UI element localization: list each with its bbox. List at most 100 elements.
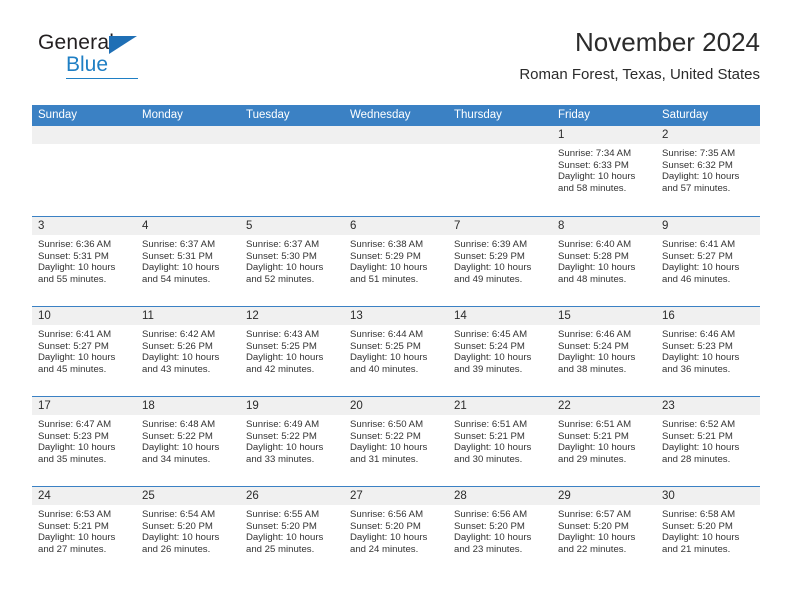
day-detail-line: Sunset: 5:26 PM bbox=[142, 340, 213, 352]
day-details: Sunrise: 6:53 AM Sunset: 5:21 PM Daylight:… bbox=[32, 505, 136, 555]
day-detail-line: Sunrise: 6:38 AM bbox=[350, 239, 424, 250]
calendar-day-7[interactable]: 7 Sunrise: 6:39 AM Sunset: 5:29 PM Daylight… bbox=[448, 217, 552, 306]
calendar-day-17[interactable]: 17 Sunrise: 6:47 AM Sunset: 5:23 PM Dayligh… bbox=[32, 397, 136, 486]
calendar-week-row: 3 Sunrise: 6:36 AM Sunset: 5:31 PM Daylight… bbox=[32, 216, 760, 306]
day-detail-line: Sunset: 5:29 PM bbox=[350, 250, 421, 262]
calendar-day-22[interactable]: 22 Sunrise: 6:51 AM Sunset: 5:21 PM Dayligh… bbox=[552, 397, 656, 486]
day-detail-line: Sunset: 5:22 PM bbox=[246, 430, 317, 442]
day-detail-line: Daylight: 10 hours bbox=[558, 442, 636, 454]
day-detail-line: Daylight: 10 hours bbox=[350, 352, 428, 364]
calendar-day-15[interactable]: 15 Sunrise: 6:46 AM Sunset: 5:24 PM Dayligh… bbox=[552, 307, 656, 396]
day-detail-line: and 35 minutes. bbox=[38, 453, 107, 465]
day-number: 14 bbox=[448, 307, 552, 325]
day-detail-line: Sunset: 6:33 PM bbox=[558, 159, 629, 171]
day-details bbox=[32, 144, 136, 148]
day-detail-line: Daylight: 10 hours bbox=[558, 352, 636, 364]
day-detail-line: and 28 minutes. bbox=[662, 453, 731, 465]
day-detail-line: Daylight: 10 hours bbox=[662, 442, 740, 454]
day-detail-line: Daylight: 10 hours bbox=[246, 352, 324, 364]
day-detail-line: Sunset: 5:20 PM bbox=[142, 520, 213, 532]
calendar-day-13[interactable]: 13 Sunrise: 6:44 AM Sunset: 5:25 PM Dayligh… bbox=[344, 307, 448, 396]
day-detail-line: Daylight: 10 hours bbox=[558, 171, 636, 183]
calendar-day-empty bbox=[448, 126, 552, 216]
day-details: Sunrise: 6:41 AM Sunset: 5:27 PM Daylight:… bbox=[656, 235, 760, 285]
calendar-day-29[interactable]: 29 Sunrise: 6:57 AM Sunset: 5:20 PM Dayligh… bbox=[552, 487, 656, 576]
day-detail-line: Sunrise: 6:39 AM bbox=[454, 239, 528, 250]
day-details: Sunrise: 7:34 AM Sunset: 6:33 PM Daylight:… bbox=[552, 144, 656, 194]
day-detail-line: and 48 minutes. bbox=[558, 273, 627, 285]
day-number: 5 bbox=[240, 217, 344, 235]
day-detail-line: Sunrise: 7:35 AM bbox=[662, 148, 736, 159]
day-detail-line: Daylight: 10 hours bbox=[454, 532, 532, 544]
day-number: 19 bbox=[240, 397, 344, 415]
calendar-day-empty bbox=[344, 126, 448, 216]
calendar-day-24[interactable]: 24 Sunrise: 6:53 AM Sunset: 5:21 PM Dayligh… bbox=[32, 487, 136, 576]
day-detail-line: and 24 minutes. bbox=[350, 543, 419, 555]
day-details bbox=[240, 144, 344, 148]
day-detail-line: and 31 minutes. bbox=[350, 453, 419, 465]
calendar-day-12[interactable]: 12 Sunrise: 6:43 AM Sunset: 5:25 PM Dayligh… bbox=[240, 307, 344, 396]
calendar-day-16[interactable]: 16 Sunrise: 6:46 AM Sunset: 5:23 PM Dayligh… bbox=[656, 307, 760, 396]
calendar-day-14[interactable]: 14 Sunrise: 6:45 AM Sunset: 5:24 PM Dayligh… bbox=[448, 307, 552, 396]
calendar-day-30[interactable]: 30 Sunrise: 6:58 AM Sunset: 5:20 PM Dayligh… bbox=[656, 487, 760, 576]
day-number: 27 bbox=[344, 487, 448, 505]
day-number: 28 bbox=[448, 487, 552, 505]
day-detail-line: Sunset: 5:21 PM bbox=[454, 430, 525, 442]
day-details: Sunrise: 6:57 AM Sunset: 5:20 PM Daylight:… bbox=[552, 505, 656, 555]
calendar-day-9[interactable]: 9 Sunrise: 6:41 AM Sunset: 5:27 PM Daylight… bbox=[656, 217, 760, 306]
calendar-day-19[interactable]: 19 Sunrise: 6:49 AM Sunset: 5:22 PM Dayligh… bbox=[240, 397, 344, 486]
day-detail-line: Sunrise: 6:41 AM bbox=[662, 239, 736, 250]
calendar-week-row: 24 Sunrise: 6:53 AM Sunset: 5:21 PM Dayligh… bbox=[32, 486, 760, 576]
day-detail-line: Sunset: 5:30 PM bbox=[246, 250, 317, 262]
calendar-day-26[interactable]: 26 Sunrise: 6:55 AM Sunset: 5:20 PM Dayligh… bbox=[240, 487, 344, 576]
calendar-week-row: 1 Sunrise: 7:34 AM Sunset: 6:33 PM Daylight… bbox=[32, 126, 760, 216]
calendar-day-3[interactable]: 3 Sunrise: 6:36 AM Sunset: 5:31 PM Daylight… bbox=[32, 217, 136, 306]
day-details: Sunrise: 6:38 AM Sunset: 5:29 PM Daylight:… bbox=[344, 235, 448, 285]
day-details: Sunrise: 6:49 AM Sunset: 5:22 PM Daylight:… bbox=[240, 415, 344, 465]
calendar-day-18[interactable]: 18 Sunrise: 6:48 AM Sunset: 5:22 PM Dayligh… bbox=[136, 397, 240, 486]
day-number: 8 bbox=[552, 217, 656, 235]
calendar-day-23[interactable]: 23 Sunrise: 6:52 AM Sunset: 5:21 PM Dayligh… bbox=[656, 397, 760, 486]
day-details: Sunrise: 6:51 AM Sunset: 5:21 PM Daylight:… bbox=[552, 415, 656, 465]
calendar-day-2[interactable]: 2 Sunrise: 7:35 AM Sunset: 6:32 PM Daylight… bbox=[656, 126, 760, 216]
calendar-day-4[interactable]: 4 Sunrise: 6:37 AM Sunset: 5:31 PM Daylight… bbox=[136, 217, 240, 306]
calendar-week-row: 10 Sunrise: 6:41 AM Sunset: 5:27 PM Dayligh… bbox=[32, 306, 760, 396]
calendar-day-10[interactable]: 10 Sunrise: 6:41 AM Sunset: 5:27 PM Dayligh… bbox=[32, 307, 136, 396]
calendar-day-28[interactable]: 28 Sunrise: 6:56 AM Sunset: 5:20 PM Dayligh… bbox=[448, 487, 552, 576]
calendar-weeks: 1 Sunrise: 7:34 AM Sunset: 6:33 PM Daylight… bbox=[32, 126, 760, 576]
day-detail-line: Sunrise: 6:51 AM bbox=[558, 419, 632, 430]
day-detail-line: Sunrise: 6:47 AM bbox=[38, 419, 112, 430]
day-detail-line: Sunset: 5:21 PM bbox=[38, 520, 109, 532]
calendar-day-27[interactable]: 27 Sunrise: 6:56 AM Sunset: 5:20 PM Dayligh… bbox=[344, 487, 448, 576]
calendar-day-11[interactable]: 11 Sunrise: 6:42 AM Sunset: 5:26 PM Dayligh… bbox=[136, 307, 240, 396]
day-number: 21 bbox=[448, 397, 552, 415]
brand-name-top: General bbox=[38, 31, 115, 54]
day-detail-line: Sunrise: 6:41 AM bbox=[38, 329, 112, 340]
title-block: November 2024 Roman Forest, Texas, Unite… bbox=[519, 27, 760, 83]
day-detail-line: and 22 minutes. bbox=[558, 543, 627, 555]
day-detail-line: Sunset: 5:24 PM bbox=[558, 340, 629, 352]
day-details bbox=[136, 144, 240, 148]
calendar-day-1[interactable]: 1 Sunrise: 7:34 AM Sunset: 6:33 PM Daylight… bbox=[552, 126, 656, 216]
day-detail-line: Sunrise: 6:48 AM bbox=[142, 419, 216, 430]
day-detail-line: Sunset: 5:20 PM bbox=[350, 520, 421, 532]
day-detail-line: Sunset: 5:31 PM bbox=[38, 250, 109, 262]
day-detail-line: and 45 minutes. bbox=[38, 363, 107, 375]
page-subtitle: Roman Forest, Texas, United States bbox=[519, 65, 760, 83]
day-number: 23 bbox=[656, 397, 760, 415]
brand-logo[interactable]: General Blue bbox=[38, 32, 158, 84]
day-number: 24 bbox=[32, 487, 136, 505]
calendar-day-5[interactable]: 5 Sunrise: 6:37 AM Sunset: 5:30 PM Daylight… bbox=[240, 217, 344, 306]
weekday-header-row: Sunday Monday Tuesday Wednesday Thursday Frid… bbox=[32, 105, 760, 126]
calendar-day-21[interactable]: 21 Sunrise: 6:51 AM Sunset: 5:21 PM Dayligh… bbox=[448, 397, 552, 486]
calendar-day-8[interactable]: 8 Sunrise: 6:40 AM Sunset: 5:28 PM Daylight… bbox=[552, 217, 656, 306]
day-detail-line: Sunset: 5:20 PM bbox=[662, 520, 733, 532]
brand-name-bottom: Blue bbox=[66, 53, 109, 76]
calendar-day-20[interactable]: 20 Sunrise: 6:50 AM Sunset: 5:22 PM Dayligh… bbox=[344, 397, 448, 486]
calendar-day-6[interactable]: 6 Sunrise: 6:38 AM Sunset: 5:29 PM Daylight… bbox=[344, 217, 448, 306]
day-details: Sunrise: 6:44 AM Sunset: 5:25 PM Daylight:… bbox=[344, 325, 448, 375]
day-detail-line: and 54 minutes. bbox=[142, 273, 211, 285]
day-detail-line: Daylight: 10 hours bbox=[454, 262, 532, 274]
calendar-day-25[interactable]: 25 Sunrise: 6:54 AM Sunset: 5:20 PM Dayligh… bbox=[136, 487, 240, 576]
day-detail-line: Sunset: 5:27 PM bbox=[662, 250, 733, 262]
